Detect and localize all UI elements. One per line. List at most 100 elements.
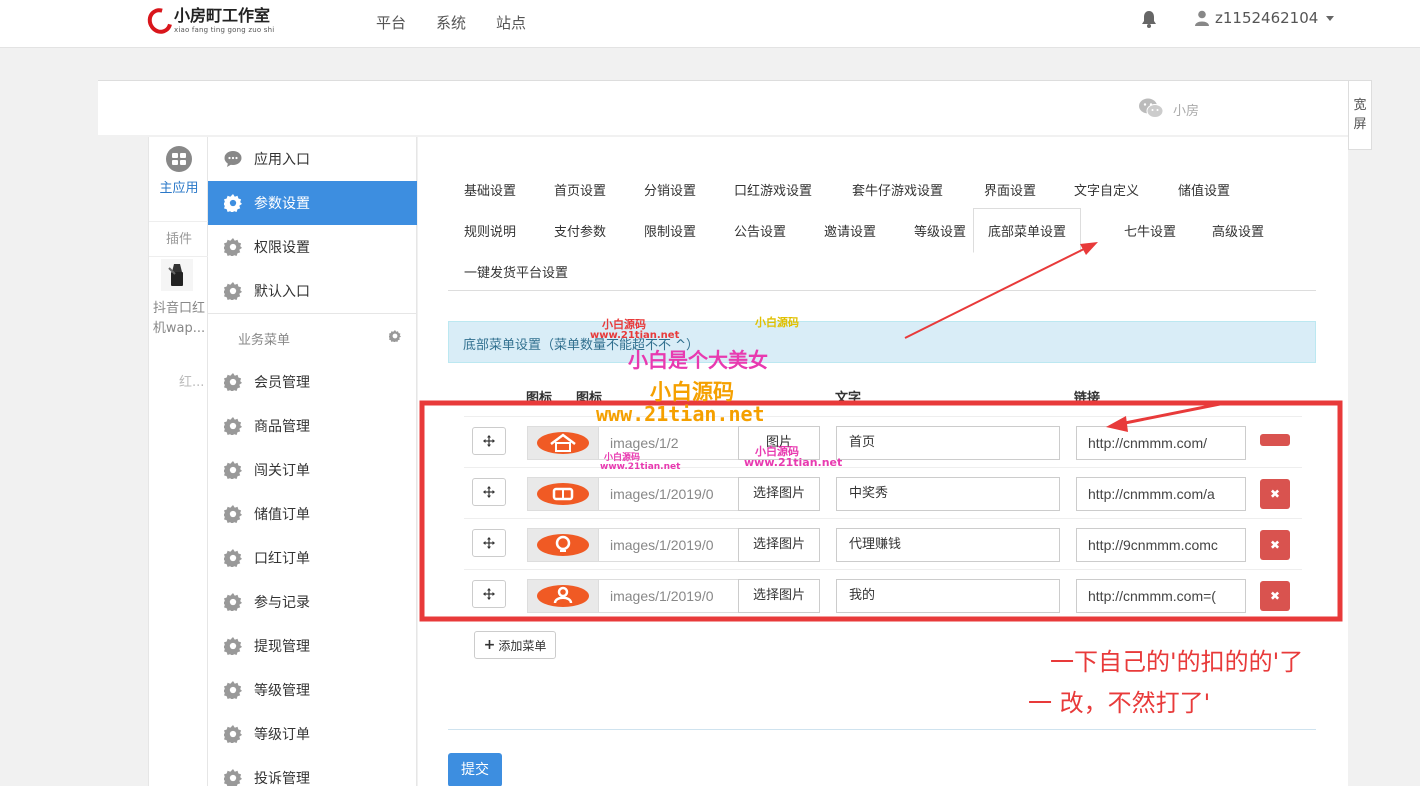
annotation-note-1: 一下自己的'的扣的的'了 [1050, 648, 1304, 676]
tab-item[interactable]: 一键发货平台设置 [464, 262, 568, 281]
fullscreen-button[interactable]: 宽屏 [1348, 80, 1372, 150]
delete-button[interactable]: ✖ [1260, 479, 1290, 509]
tab-item[interactable]: 支付参数 [554, 221, 606, 240]
sidebar-item-label: 投诉管理 [254, 771, 310, 786]
nav-system[interactable]: 系统 [436, 12, 466, 33]
add-menu-label: 添加菜单 [498, 638, 547, 653]
sidebar-biz-item[interactable]: 商品管理 [208, 404, 417, 448]
tab-item[interactable]: 规则说明 [464, 221, 516, 240]
main-app-label: 主应用 [159, 181, 199, 196]
plugin-name[interactable]: 抖音口红机wap... [149, 299, 209, 339]
plugin-thumbnail[interactable] [161, 259, 193, 291]
sidebar-biz-item[interactable]: 提现管理 [208, 624, 417, 668]
plugin-label[interactable]: 插件 [149, 221, 209, 257]
annotation-note-2: 一 改，不然打了' [1028, 689, 1211, 717]
sidebar-item-label: 商品管理 [254, 419, 310, 435]
logo-text: 小房町工作室 [174, 6, 271, 25]
sidebar-biz-item[interactable]: 等级订单 [208, 712, 417, 756]
home-icon [537, 432, 589, 454]
tab-item[interactable]: 限制设置 [644, 221, 696, 240]
menu-icon-preview [527, 426, 599, 460]
close-icon: ✖ [1269, 487, 1281, 501]
drag-handle[interactable] [472, 529, 506, 557]
drag-handle[interactable] [472, 427, 506, 455]
select-image-button[interactable]: 选择图片 [738, 579, 820, 613]
table-row: images/1/2019/0 选择图片 我的 http://cnmmm.com=( ✖ [464, 569, 1302, 620]
sidebar-item-default-entry[interactable]: 默认入口 [208, 269, 417, 313]
tab-item[interactable]: 储值设置 [1178, 180, 1230, 199]
col-header-link: 链接 [1074, 391, 1101, 406]
sidebar-item-params[interactable]: 参数设置 [208, 181, 417, 225]
delete-button[interactable]: ✖ [1260, 581, 1290, 611]
menu-link-input[interactable]: http://cnmmm.com/ [1076, 426, 1246, 460]
nav-platform[interactable]: 平台 [376, 12, 406, 33]
sidebar-biz-item[interactable]: 闯关订单 [208, 448, 417, 492]
sidebar-item-label: 默认入口 [254, 284, 310, 300]
sidebar-biz-item[interactable]: 储值订单 [208, 492, 417, 536]
move-icon [483, 435, 495, 447]
logo[interactable]: 小房町工作室 xiao fang ting gong zuo shi [143, 3, 274, 40]
tab-item[interactable]: 首页设置 [554, 180, 606, 199]
plugin-name-faded[interactable]: 红... [179, 373, 209, 393]
menu-text-input[interactable]: 首页 [836, 426, 1060, 460]
tab-item[interactable]: 套牛仔游戏设置 [852, 180, 943, 199]
tab-item[interactable]: 文字自定义 [1074, 180, 1139, 199]
section-gear-icon[interactable] [389, 330, 401, 342]
gear-icon [224, 769, 242, 786]
menu-icon-preview [527, 579, 599, 613]
sidebar-biz-item[interactable]: 投诉管理 [208, 756, 417, 786]
sidebar-item-label: 参数设置 [254, 196, 310, 212]
menu-text-input[interactable]: 中奖秀 [836, 477, 1060, 511]
submit-button[interactable]: 提交 [448, 753, 502, 786]
tab-item[interactable]: 高级设置 [1212, 221, 1264, 240]
plus-icon: + [483, 637, 496, 653]
tab-item[interactable]: 基础设置 [464, 180, 516, 199]
tab-item[interactable]: 邀请设置 [824, 221, 876, 240]
sidebar-item-label: 权限设置 [254, 240, 310, 256]
menu-link-input[interactable]: http://cnmmm.com=( [1076, 579, 1246, 613]
gear-icon [224, 637, 242, 655]
tab-item[interactable]: 分销设置 [644, 180, 696, 199]
sidebar-biz-item[interactable]: 参与记录 [208, 580, 417, 624]
user-icon [1195, 10, 1209, 26]
user-menu[interactable]: z1152462104 [1195, 9, 1335, 27]
select-image-button[interactable]: 选择图片 [738, 477, 820, 511]
menu-text-input[interactable]: 我的 [836, 579, 1060, 613]
sidebar-item-label: 等级订单 [254, 727, 310, 743]
delete-button[interactable]: ✖ [1260, 530, 1290, 560]
bell-icon[interactable] [1141, 10, 1157, 28]
sidebar-item-permissions[interactable]: 权限设置 [208, 225, 417, 269]
tab-item[interactable]: 公告设置 [734, 221, 786, 240]
wechat-icon [1139, 98, 1164, 118]
drag-handle[interactable] [472, 580, 506, 608]
tab-item[interactable]: 口红游戏设置 [734, 180, 812, 199]
sidebar-menu: 应用入口 参数设置 权限设置 默认入口 业务菜单 会员管理 商品管理 闯关订单 储值订… [208, 137, 417, 786]
tab-item[interactable]: 等级设置 [914, 221, 966, 240]
delete-button[interactable] [1260, 434, 1290, 446]
sidebar-item-label: 提现管理 [254, 639, 310, 655]
sidebar-biz-item[interactable]: 等级管理 [208, 668, 417, 712]
form-divider [448, 729, 1316, 730]
add-menu-button[interactable]: + 添加菜单 [474, 631, 556, 659]
main-app-button[interactable]: 主应用 [149, 145, 209, 196]
image-path-input[interactable]: images/1/2019/0 [599, 477, 739, 511]
sidebar-biz-item[interactable]: 口红订单 [208, 536, 417, 580]
gear-icon [224, 725, 242, 743]
menu-text-input[interactable]: 代理赚钱 [836, 528, 1060, 562]
top-nav: 平台 系统 站点 [376, 12, 526, 33]
gear-icon [224, 238, 242, 256]
image-path-input[interactable]: images/1/2019/0 [599, 579, 739, 613]
menu-link-input[interactable]: http://9cnmmm.comc [1076, 528, 1246, 562]
drag-handle[interactable] [472, 478, 506, 506]
gear-icon [224, 373, 242, 391]
tab-item[interactable]: 界面设置 [984, 180, 1036, 199]
sidebar-biz-item[interactable]: 会员管理 [208, 360, 417, 404]
tab-item[interactable]: 七牛设置 [1124, 221, 1176, 240]
nav-site[interactable]: 站点 [496, 12, 526, 33]
image-path-input[interactable]: images/1/2019/0 [599, 528, 739, 562]
sidebar-item-app-entry[interactable]: 应用入口 [208, 137, 417, 181]
menu-link-input[interactable]: http://cnmmm.com/a [1076, 477, 1246, 511]
tab-item[interactable]: 底部菜单设置 [973, 208, 1082, 253]
gear-icon [224, 282, 242, 300]
select-image-button[interactable]: 选择图片 [738, 528, 820, 562]
